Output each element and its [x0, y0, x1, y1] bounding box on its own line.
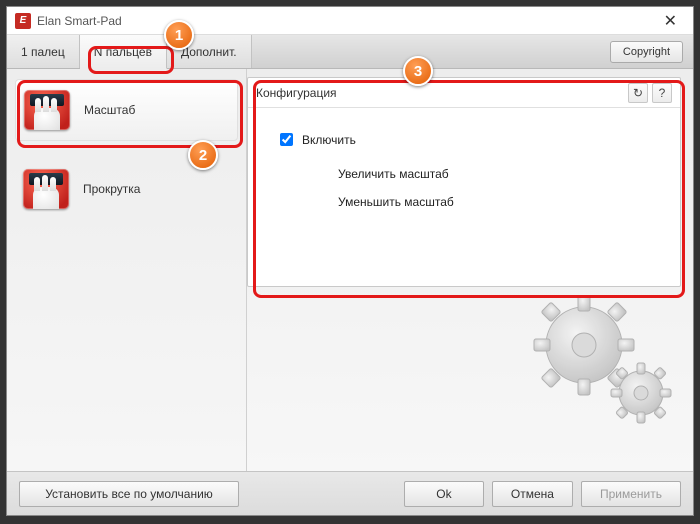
enable-label: Включить	[302, 133, 356, 147]
config-panel: Конфигурация ↻ ? Включить Увеличить масш…	[247, 77, 681, 287]
window: E Elan Smart-Pad ✕ 1 палец N пальцев Доп…	[6, 6, 694, 516]
config-title: Конфигурация	[256, 86, 337, 100]
tab-additional[interactable]: Дополнит.	[167, 35, 252, 68]
help-icon[interactable]: ?	[652, 83, 672, 103]
config-body: Включить Увеличить масштаб Уменьшить мас…	[248, 108, 680, 245]
app-icon: E	[15, 13, 31, 29]
scroll-gesture-icon	[23, 169, 69, 209]
cancel-button[interactable]: Отмена	[492, 481, 573, 507]
body: Масштаб Прокрутка Конфигурация	[7, 69, 693, 471]
defaults-button[interactable]: Установить все по умолчанию	[19, 481, 239, 507]
enable-row[interactable]: Включить	[276, 130, 652, 149]
config-header: Конфигурация ↻ ?	[248, 78, 680, 108]
option-zoom-out[interactable]: Уменьшить масштаб	[338, 195, 652, 209]
enable-checkbox[interactable]	[280, 133, 293, 146]
sidebar-item-label: Масштаб	[84, 103, 135, 117]
refresh-icon[interactable]: ↻	[628, 83, 648, 103]
option-zoom-in[interactable]: Увеличить масштаб	[338, 167, 652, 181]
gears-decoration-icon	[529, 295, 679, 425]
content-area: Конфигурация ↻ ? Включить Увеличить масш…	[247, 69, 693, 471]
sidebar-item-scroll[interactable]: Прокрутка	[15, 159, 238, 219]
footer: Установить все по умолчанию Ok Отмена Пр…	[7, 471, 693, 515]
close-button[interactable]: ✕	[656, 9, 685, 33]
ok-button[interactable]: Ok	[404, 481, 484, 507]
tab-one-finger[interactable]: 1 палец	[7, 35, 80, 68]
titlebar: E Elan Smart-Pad ✕	[7, 7, 693, 35]
window-title: Elan Smart-Pad	[37, 14, 656, 28]
copyright-button[interactable]: Copyright	[610, 41, 683, 63]
sidebar-item-label: Прокрутка	[83, 182, 140, 196]
sidebar-item-zoom[interactable]: Масштаб	[15, 79, 238, 141]
sidebar: Масштаб Прокрутка	[7, 69, 247, 471]
apply-button[interactable]: Применить	[581, 481, 681, 507]
zoom-gesture-icon	[24, 90, 70, 130]
tab-n-fingers[interactable]: N пальцев	[80, 35, 167, 69]
tab-bar: 1 палец N пальцев Дополнит. Copyright	[7, 35, 693, 69]
